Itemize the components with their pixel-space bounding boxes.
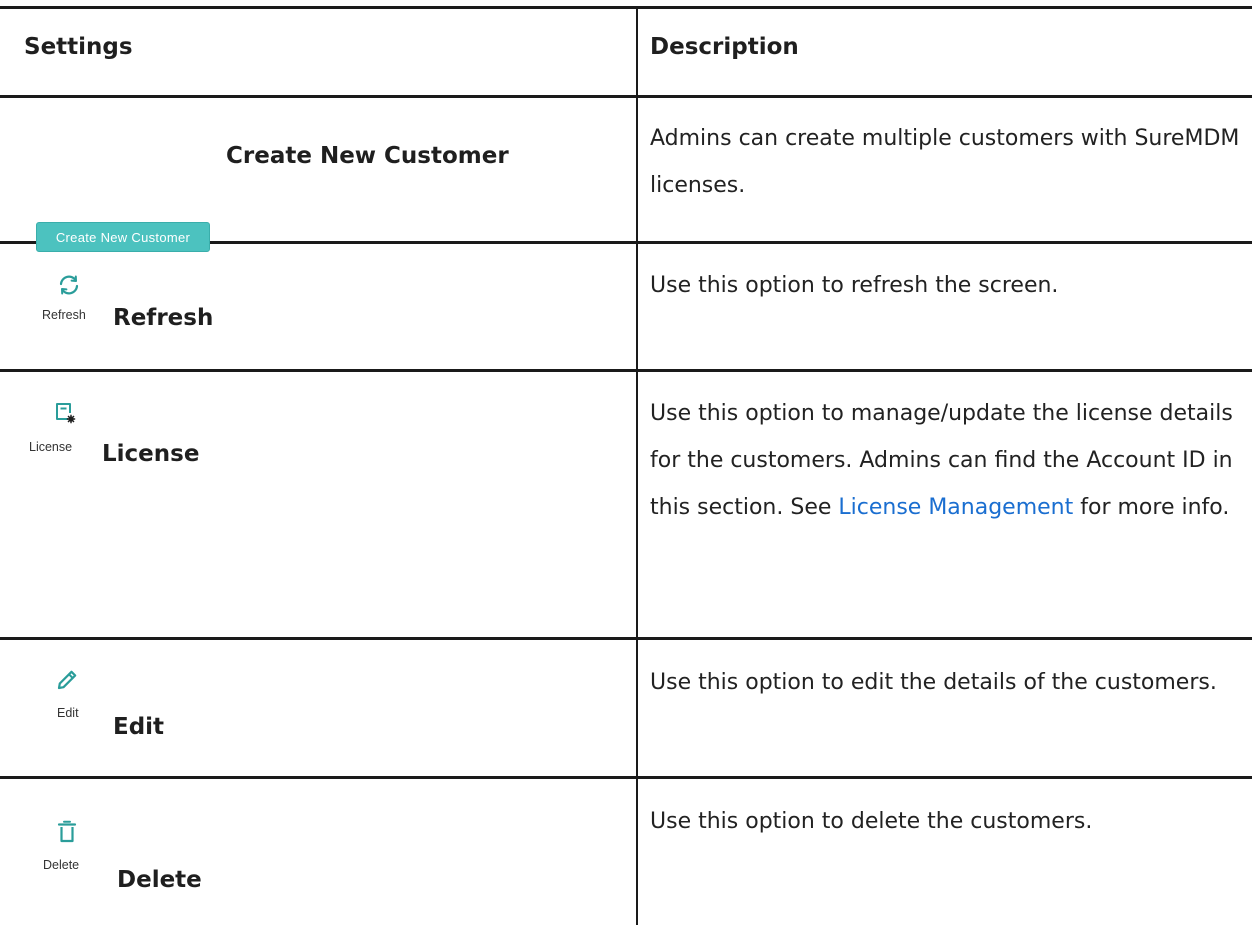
setting-title: Create New Customer [226,143,509,169]
delete-icon-label: Delete [43,858,80,872]
settings-table: Settings Description Create New Customer… [0,0,1252,925]
setting-title: Refresh [113,305,214,331]
setting-title: License [102,441,200,467]
table-border-top [0,6,1252,9]
setting-description: Use this option to delete the customers. [650,809,1093,834]
license-management-link[interactable]: License Management [838,495,1073,520]
table-row: Refresh Refresh [0,244,636,369]
column-header-description: Description [650,34,799,60]
setting-description: Use this option to edit the details of t… [650,670,1217,695]
refresh-icon[interactable] [56,272,82,298]
setting-description: Use this option to manage/update the lic… [650,390,1246,531]
setting-description: Admins can create multiple customers wit… [650,126,1240,198]
column-header-settings: Settings [24,34,133,60]
table-row: Delete Delete [0,779,636,925]
description-text: for more info. [1073,495,1230,520]
setting-title: Delete [117,867,202,893]
column-divider [636,8,638,925]
table-row: Edit Edit [0,640,636,776]
setting-description: Use this option to refresh the screen. [650,273,1059,298]
license-icon-label: License [29,440,73,454]
table-row: License License [0,372,636,637]
refresh-icon-label: Refresh [42,308,86,322]
edit-icon-label: Edit [57,706,79,720]
setting-title: Edit [113,714,165,740]
table-row: Create New Customer Create New Customer [0,98,636,252]
license-icon[interactable] [51,400,77,426]
edit-icon[interactable] [54,667,80,693]
delete-icon[interactable] [54,819,80,845]
